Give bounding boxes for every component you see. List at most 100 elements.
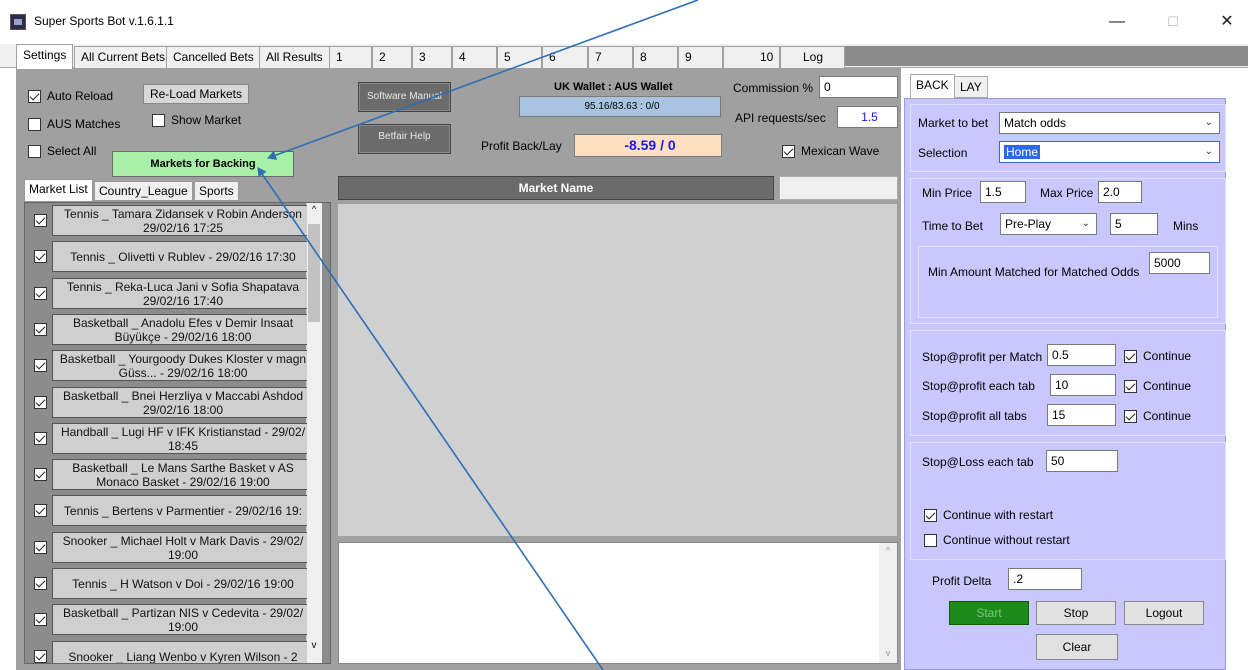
list-item[interactable]: Basketball _ Le Mans Sarthe Basket v AS M… xyxy=(24,457,307,492)
stop-button[interactable]: Stop xyxy=(1036,601,1116,625)
stop-profit-all-input[interactable]: 15 xyxy=(1047,404,1116,426)
select-all-checkbox[interactable]: Select All xyxy=(28,144,96,158)
log-scrollbar[interactable] xyxy=(879,543,897,663)
tab-4[interactable]: 4 xyxy=(452,46,497,68)
tab-country-league[interactable]: Country_League xyxy=(94,181,193,201)
stop-profit-tab-input[interactable]: 10 xyxy=(1050,374,1116,396)
auto-reload-checkbox[interactable]: Auto Reload xyxy=(28,89,113,103)
checkbox-icon[interactable] xyxy=(34,613,47,627)
continue-all-checkbox[interactable]: Continue xyxy=(1124,409,1191,423)
api-input[interactable]: 1.5 xyxy=(837,106,898,128)
tab-1[interactable]: 1 xyxy=(329,46,372,68)
tab-10[interactable]: 10 xyxy=(723,46,780,68)
tab-8[interactable]: 8 xyxy=(633,46,678,68)
tab-2[interactable]: 2 xyxy=(372,46,412,68)
aus-matches-checkbox[interactable]: AUS Matches xyxy=(28,117,120,131)
scroll-down-icon[interactable]: v xyxy=(881,648,895,658)
min-amount-input[interactable]: 5000 xyxy=(1149,252,1210,274)
checkbox-icon[interactable] xyxy=(34,649,47,663)
checkbox-icon[interactable] xyxy=(924,508,937,522)
continue-match-checkbox[interactable]: Continue xyxy=(1124,349,1191,363)
tab-3[interactable]: 3 xyxy=(412,46,452,68)
log-textarea[interactable] xyxy=(338,542,898,664)
checkbox-icon[interactable] xyxy=(34,468,47,482)
max-price-input[interactable]: 2.0 xyxy=(1098,181,1142,203)
clear-button[interactable]: Clear xyxy=(1036,634,1118,660)
checkbox-icon[interactable] xyxy=(34,250,47,264)
time-to-bet-select[interactable]: Pre-Play ⌄ xyxy=(1000,213,1097,235)
market-to-bet-select[interactable]: Match odds ⌄ xyxy=(999,112,1220,134)
market-name-field[interactable] xyxy=(779,176,898,200)
list-item[interactable]: Basketball _ Partizan NIS v Cedevita - 2… xyxy=(24,602,307,637)
minimize-button[interactable]: — xyxy=(1094,8,1140,36)
tab-cancelled-bets[interactable]: Cancelled Bets xyxy=(166,46,261,68)
checkbox-icon[interactable] xyxy=(28,117,41,131)
scroll-up-icon[interactable]: ^ xyxy=(308,204,320,218)
start-button[interactable]: Start xyxy=(949,601,1029,625)
list-item[interactable]: Tennis _ Olivetti v Rublev - 29/02/16 17… xyxy=(24,239,307,274)
min-price-input[interactable]: 1.5 xyxy=(980,181,1026,203)
tab-log[interactable]: Log xyxy=(780,46,845,68)
checkbox-icon[interactable] xyxy=(152,113,165,127)
list-item[interactable]: Basketball _ Bnei Herzliya v Maccabi Ash… xyxy=(24,385,307,420)
list-item[interactable]: Snooker _ Michael Holt v Mark Davis - 29… xyxy=(24,530,307,565)
tab-market-list[interactable]: Market List xyxy=(24,179,93,202)
scroll-up-icon[interactable]: ^ xyxy=(881,545,895,555)
list-item[interactable]: Basketball _ Anadolu Efes v Demir Insaat… xyxy=(24,312,307,347)
scroll-thumb[interactable] xyxy=(308,224,320,322)
tab-lay[interactable]: LAY xyxy=(954,76,988,98)
checkbox-icon[interactable] xyxy=(1124,409,1137,423)
tab-6[interactable]: 6 xyxy=(542,46,588,68)
tab-7[interactable]: 7 xyxy=(588,46,633,68)
mexican-wave-checkbox[interactable]: Mexican Wave xyxy=(782,144,879,158)
continue-restart-checkbox[interactable]: Continue with restart xyxy=(924,508,1053,522)
close-button[interactable]: ✕ xyxy=(1204,8,1248,36)
checkbox-icon[interactable] xyxy=(1124,379,1137,393)
continue-no-restart-checkbox[interactable]: Continue without restart xyxy=(924,533,1070,547)
scroll-down-icon[interactable]: v xyxy=(308,640,320,654)
checkbox-icon[interactable] xyxy=(34,577,47,590)
checkbox-icon[interactable] xyxy=(782,144,795,158)
list-item[interactable]: Tennis _ Bertens v Parmentier - 29/02/16… xyxy=(24,493,307,528)
checkbox-icon[interactable] xyxy=(34,504,47,518)
tab-9[interactable]: 9 xyxy=(678,46,723,68)
show-market-checkbox[interactable]: Show Market xyxy=(152,113,241,127)
reload-markets-button[interactable]: Re-Load Markets xyxy=(143,84,249,104)
list-item[interactable]: Basketball _ Yourgoody Dukes Kloster v m… xyxy=(24,348,307,383)
selection-select[interactable]: Home ⌄ xyxy=(999,141,1220,163)
betfair-help-button[interactable]: Betfair Help xyxy=(358,124,451,154)
checkbox-icon[interactable] xyxy=(34,540,47,554)
checkbox-icon[interactable] xyxy=(34,359,47,373)
profit-delta-input[interactable]: .2 xyxy=(1008,568,1082,590)
tab-sports[interactable]: Sports xyxy=(194,181,239,201)
list-item[interactable]: Tennis _ H Watson v Doi - 29/02/16 19:00 xyxy=(24,566,307,601)
checkbox-icon[interactable] xyxy=(34,322,47,336)
tab-all-current-bets[interactable]: All Current Bets xyxy=(74,46,173,68)
tab-5[interactable]: 5 xyxy=(497,46,542,68)
commission-input[interactable]: 0 xyxy=(819,76,898,98)
tab-bar-filler xyxy=(845,46,1248,66)
checkbox-icon[interactable] xyxy=(924,533,937,547)
checkbox-icon[interactable] xyxy=(28,89,41,103)
list-item[interactable]: Snooker _ Liang Wenbo v Kyren Wilson - 2 xyxy=(24,639,307,663)
continue-tab-checkbox[interactable]: Continue xyxy=(1124,379,1191,393)
checkbox-icon[interactable] xyxy=(34,286,47,300)
checkbox-icon[interactable] xyxy=(34,431,47,445)
software-manual-button[interactable]: Software Manual xyxy=(358,82,451,112)
tab-back[interactable]: BACK xyxy=(910,74,955,99)
checkbox-icon[interactable] xyxy=(1124,349,1137,363)
maximize-button[interactable]: ☐ xyxy=(1150,8,1196,36)
stop-loss-input[interactable]: 50 xyxy=(1046,450,1118,472)
mins-input[interactable]: 5 xyxy=(1110,213,1158,235)
checkbox-icon[interactable] xyxy=(28,144,41,158)
logout-button[interactable]: Logout xyxy=(1124,601,1204,625)
tab-settings[interactable]: Settings xyxy=(16,44,74,69)
stop-profit-match-input[interactable]: 0.5 xyxy=(1047,344,1116,366)
list-item[interactable]: Tennis _ Tamara Zidansek v Robin Anderso… xyxy=(24,203,307,238)
checkbox-icon[interactable] xyxy=(34,395,47,409)
list-item[interactable]: Handball _ Lugi HF v IFK Kristianstad - … xyxy=(24,421,307,456)
list-item[interactable]: Tennis _ Reka-Luca Jani v Sofia Shapatav… xyxy=(24,276,307,311)
select-all-label: Select All xyxy=(47,144,97,158)
checkbox-icon[interactable] xyxy=(34,214,47,227)
tab-all-results[interactable]: All Results xyxy=(259,46,330,68)
